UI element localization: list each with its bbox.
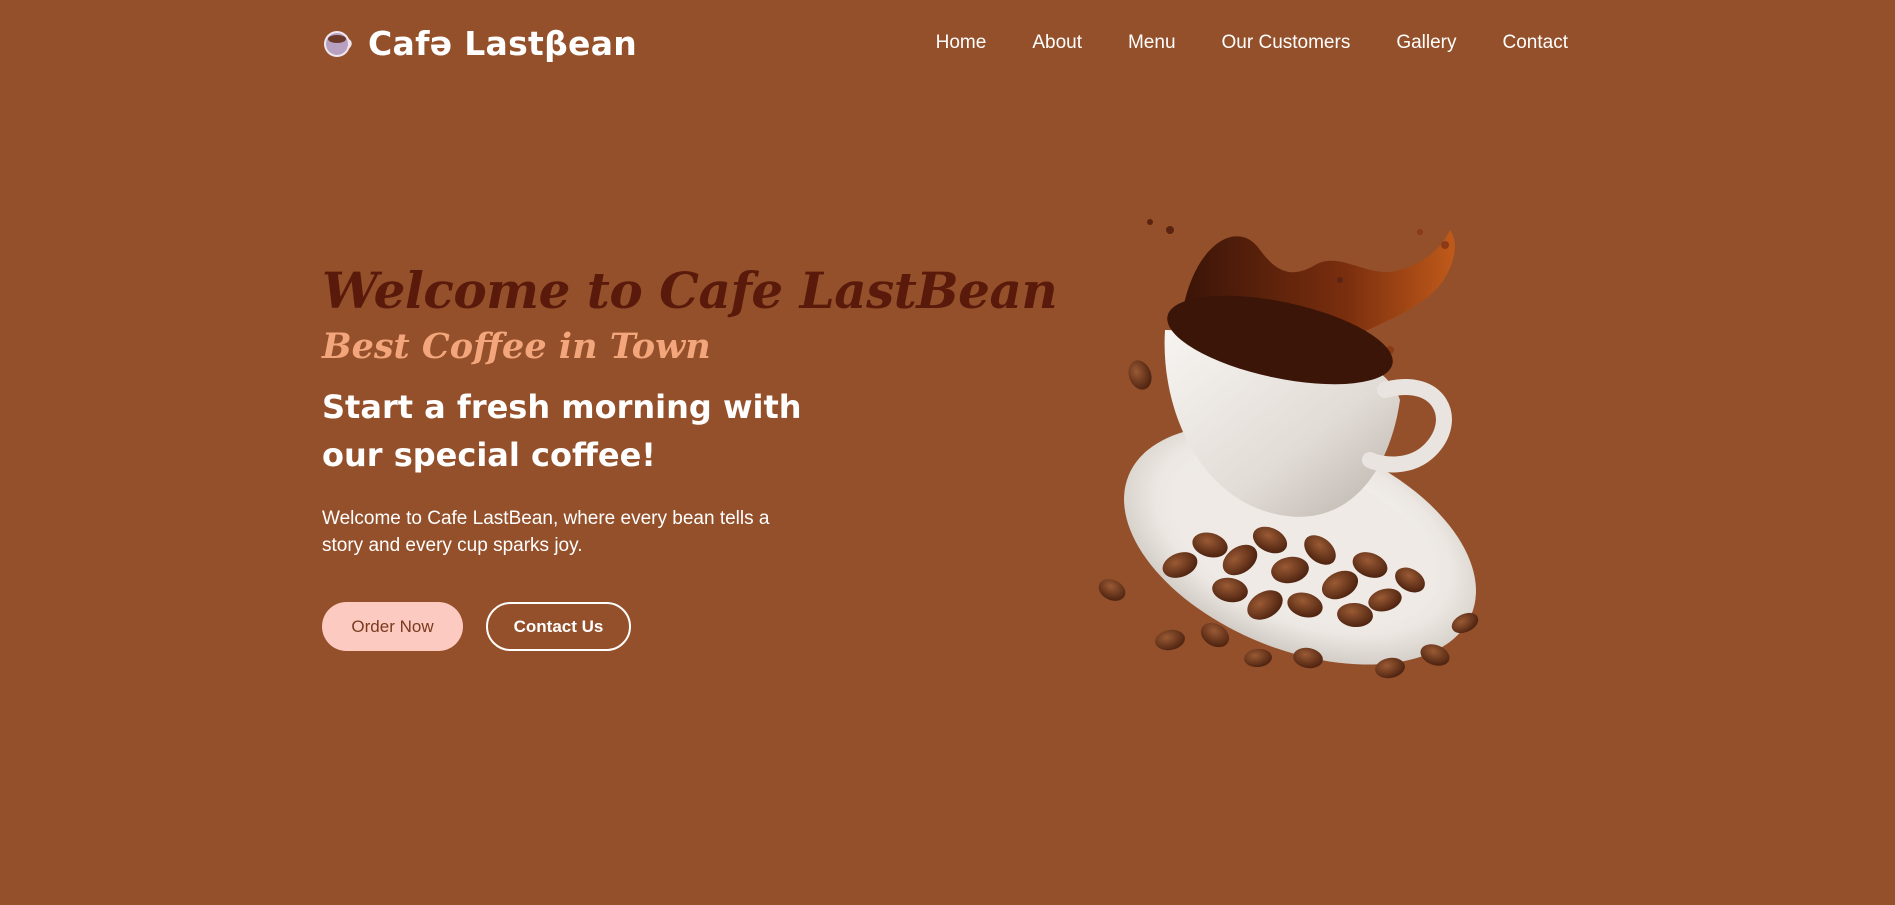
hero-title: Welcome to Cafe LastBean	[322, 261, 1058, 320]
nav-gallery[interactable]: Gallery	[1396, 32, 1456, 54]
nav-home[interactable]: Home	[936, 32, 987, 54]
hero-section: Welcome to Cafe LastBean Best Coffee in …	[322, 258, 1058, 651]
brand-name: Cafə Lastβean	[368, 23, 638, 63]
landing-page: Cafə Lastβean Home About Menu Our Custom…	[0, 0, 1895, 905]
contact-us-button[interactable]: Contact Us	[486, 602, 631, 651]
coffee-cup-icon	[324, 31, 352, 57]
nav-our-customers[interactable]: Our Customers	[1222, 32, 1351, 54]
nav-menu-link[interactable]: Menu	[1128, 32, 1176, 54]
hero-buttons: Order Now Contact Us	[322, 602, 882, 651]
order-now-button[interactable]: Order Now	[322, 602, 463, 651]
hero-tagline: Best Coffee in Town	[322, 326, 711, 367]
brand[interactable]: Cafə Lastβean	[322, 24, 637, 63]
nav-menu: Home About Menu Our Customers Gallery Co…	[936, 32, 1568, 54]
hero-description: Welcome to Cafe LastBean, where every be…	[322, 508, 770, 556]
hero-heading: Start a fresh morning with our special c…	[322, 388, 802, 474]
nav-contact[interactable]: Contact	[1503, 32, 1568, 54]
navbar: Cafə Lastβean Home About Menu Our Custom…	[322, 18, 1568, 68]
coffee-splash-illustration	[1098, 219, 1479, 679]
nav-about[interactable]: About	[1032, 32, 1082, 54]
